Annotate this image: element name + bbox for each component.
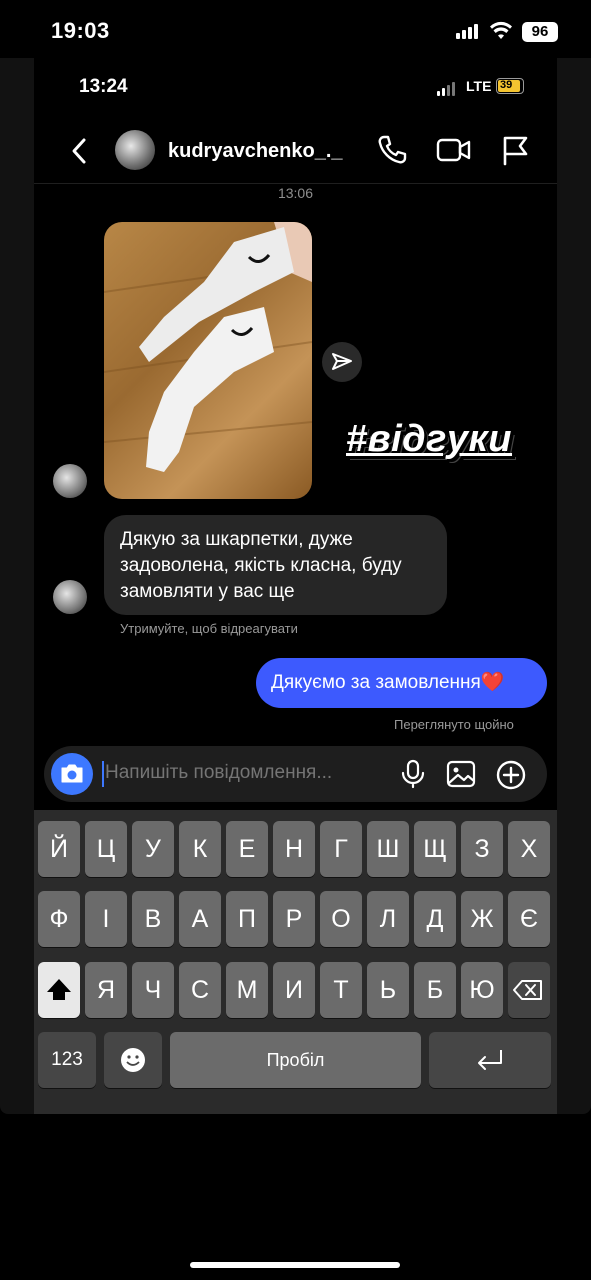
sender-avatar[interactable] (53, 464, 87, 498)
socks-photo (104, 222, 312, 472)
inner-status-bar: 13:24 LTE 39 (34, 58, 557, 118)
sender-avatar[interactable] (53, 580, 87, 614)
phone-icon[interactable] (376, 134, 408, 166)
outgoing-message-bubble[interactable]: Дякуємо за замовлення❤️ (256, 658, 547, 708)
backspace-key[interactable] (508, 962, 550, 1018)
chat-header: kudryavchenko_._ (34, 118, 557, 184)
instagram-dm-screen: 13:24 LTE 39 kudryavchenko_._ 13:06 #від… (34, 58, 557, 810)
incoming-message-bubble[interactable]: Дякую за шкарпетки, дуже задоволена, які… (104, 515, 447, 615)
battery-icon: 96 (522, 22, 558, 42)
key[interactable]: М (226, 962, 268, 1018)
key[interactable]: С (179, 962, 221, 1018)
on-screen-keyboard: Й Ц У К Е Н Г Ш Щ З Х Ф І В А П Р О Л Д … (34, 810, 557, 1114)
key[interactable]: В (132, 891, 174, 947)
reaction-hint: Утримуйте, щоб відреагувати (120, 621, 298, 636)
shared-story-image[interactable] (104, 222, 312, 499)
seen-status: Переглянуто щойно (394, 717, 514, 732)
key[interactable]: И (273, 962, 315, 1018)
key[interactable]: Д (414, 891, 456, 947)
share-story-button[interactable] (322, 342, 362, 382)
text-cursor (102, 761, 104, 787)
network-type: LTE (466, 78, 492, 94)
camera-icon (61, 764, 83, 783)
key[interactable]: Х (508, 821, 550, 877)
back-arrow-icon[interactable] (68, 136, 90, 166)
microphone-icon[interactable] (400, 759, 426, 789)
key[interactable]: Е (226, 821, 268, 877)
camera-button[interactable] (51, 753, 93, 795)
message-input[interactable] (105, 762, 365, 784)
story-hashtag-sticker: #відгуки (346, 418, 513, 460)
numbers-key[interactable]: 123 (38, 1032, 96, 1088)
backspace-icon (513, 980, 542, 1000)
key[interactable]: Г (320, 821, 362, 877)
key[interactable]: Б (414, 962, 456, 1018)
key[interactable]: О (320, 891, 362, 947)
key[interactable]: У (132, 821, 174, 877)
cellular-signal-icon (456, 24, 478, 39)
device-clock: 19:03 (51, 18, 110, 43)
inner-clock: 13:24 (79, 76, 128, 97)
key[interactable]: Т (320, 962, 362, 1018)
message-composer (44, 746, 547, 802)
key[interactable]: Р (273, 891, 315, 947)
key[interactable]: Ц (85, 821, 127, 877)
key[interactable]: Ю (461, 962, 503, 1018)
contact-username[interactable]: kudryavchenko_._ (168, 140, 343, 163)
inner-signal-icon (437, 82, 455, 96)
send-icon (332, 353, 352, 370)
screenshot-card: 13:24 LTE 39 kudryavchenko_._ 13:06 #від… (0, 58, 591, 1114)
key[interactable]: Л (367, 891, 409, 947)
key[interactable]: І (85, 891, 127, 947)
message-timestamp: 13:06 (277, 185, 314, 201)
return-key[interactable] (429, 1032, 551, 1088)
add-icon[interactable] (495, 759, 527, 791)
video-call-icon[interactable] (436, 134, 472, 166)
key[interactable]: Ж (461, 891, 503, 947)
space-key[interactable]: Пробіл (170, 1032, 421, 1088)
emoji-key[interactable] (104, 1032, 162, 1088)
shift-key[interactable] (38, 962, 80, 1018)
key[interactable]: Є (508, 891, 550, 947)
key[interactable]: Ф (38, 891, 80, 947)
key[interactable]: Н (273, 821, 315, 877)
key[interactable]: Ш (367, 821, 409, 877)
key[interactable]: Ч (132, 962, 174, 1018)
key[interactable]: Й (38, 821, 80, 877)
wifi-icon (490, 21, 512, 39)
device-status-bar: 19:03 96 (0, 0, 591, 64)
home-indicator[interactable] (190, 1262, 400, 1268)
report-flag-icon[interactable] (500, 134, 530, 166)
return-icon (478, 1050, 502, 1070)
key[interactable]: А (179, 891, 221, 947)
contact-avatar[interactable] (115, 130, 155, 170)
key[interactable]: Ь (367, 962, 409, 1018)
key[interactable]: Щ (414, 821, 456, 877)
key[interactable]: Я (85, 962, 127, 1018)
inner-battery-level: 39 (500, 79, 513, 91)
key[interactable]: П (226, 891, 268, 947)
key[interactable]: К (179, 821, 221, 877)
gallery-icon[interactable] (446, 759, 476, 789)
inner-battery-icon: 39 (496, 78, 524, 94)
key[interactable]: З (461, 821, 503, 877)
emoji-icon (121, 1048, 145, 1072)
shift-icon (47, 979, 71, 1000)
